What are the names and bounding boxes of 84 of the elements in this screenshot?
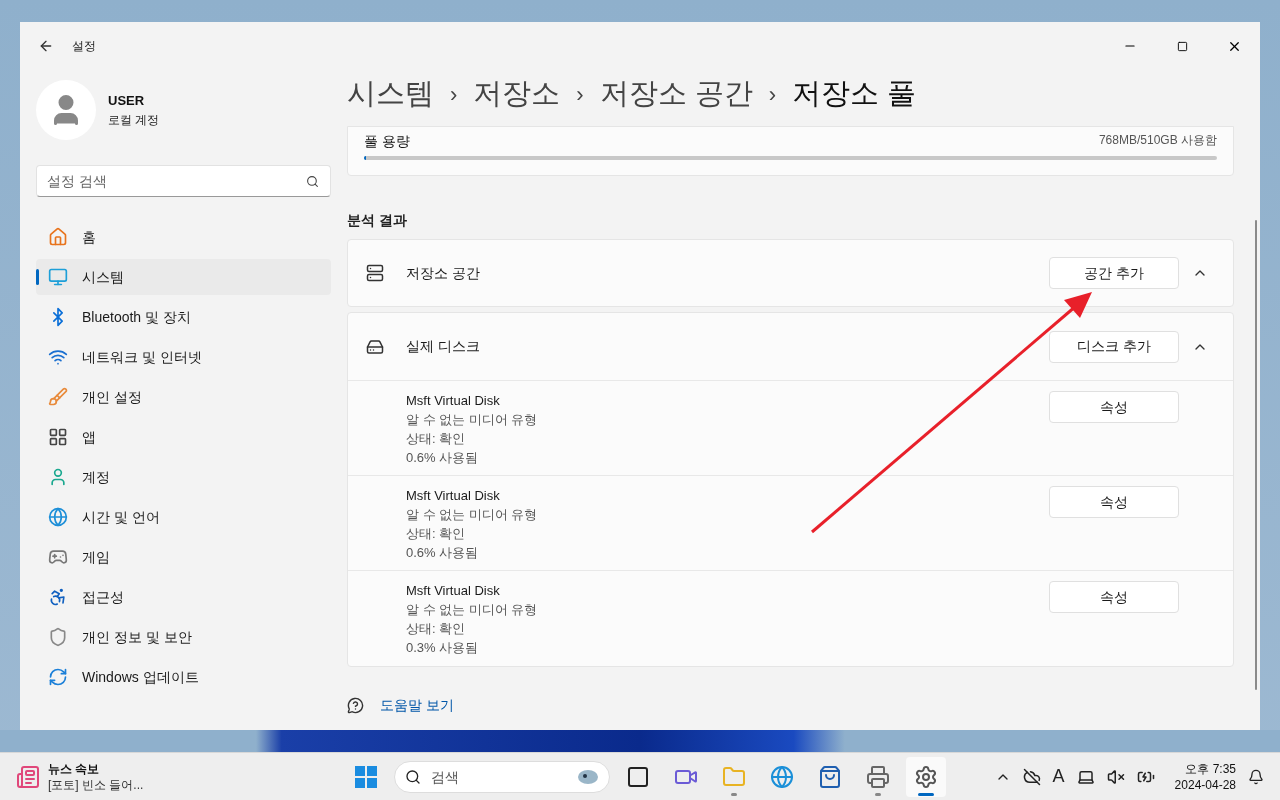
input-method-indicator[interactable]: A <box>1052 763 1065 790</box>
sidebar-item[interactable]: 앱 <box>36 419 331 455</box>
disk-media-type: 알 수 없는 미디어 유형 <box>406 506 538 524</box>
sidebar-item[interactable]: 시간 및 언어 <box>36 499 331 535</box>
card-label: 실제 디스크 <box>406 337 480 356</box>
sidebar-item[interactable]: 개인 정보 및 보안 <box>36 619 331 655</box>
breadcrumb-separator: › <box>576 80 584 109</box>
disk-status: 상태: 확인 <box>406 430 467 448</box>
account-type: 로컬 계정 <box>108 111 160 129</box>
selection-indicator <box>36 269 39 285</box>
disk-name: Msft Virtual Disk <box>406 392 501 410</box>
breadcrumb-link[interactable]: 저장소 공간 <box>599 72 753 116</box>
browser-icon <box>770 764 794 789</box>
sidebar-item[interactable]: 게임 <box>36 539 331 575</box>
disk-name: Msft Virtual Disk <box>406 582 501 600</box>
search-icon <box>306 175 319 188</box>
update-icon <box>48 667 68 687</box>
clock-time[interactable]: 오후 7:35 <box>1185 760 1236 777</box>
storage-icon <box>366 264 384 282</box>
disk-usage: 0.6% 사용됨 <box>406 544 480 562</box>
disk-usage: 0.6% 사용됨 <box>406 449 480 467</box>
cloud-off-icon[interactable] <box>1022 767 1041 786</box>
action-button[interactable]: 공간 추가 <box>1049 257 1179 289</box>
user-name: USER <box>108 92 146 111</box>
person-icon <box>48 467 68 487</box>
breadcrumb-separator: › <box>450 80 458 109</box>
sidebar-item[interactable]: 홈 <box>36 219 331 255</box>
action-button[interactable]: 속성 <box>1049 391 1179 423</box>
breadcrumb-separator: › <box>768 80 777 109</box>
page-title: 저장소 풀 <box>792 76 917 112</box>
sidebar-item[interactable]: Windows 업데이트 <box>36 659 331 695</box>
disk-status: 상태: 확인 <box>406 620 467 638</box>
wifi-icon <box>48 347 68 367</box>
folder-icon <box>722 764 746 789</box>
notification-icon[interactable] <box>1248 768 1264 785</box>
monitor-icon <box>48 267 68 287</box>
sidebar-item[interactable]: 개인 설정 <box>36 379 331 415</box>
breadcrumb-link[interactable]: 저장소 <box>473 72 561 116</box>
apps-icon <box>48 427 68 447</box>
sidebar-item[interactable]: 계정 <box>36 459 331 495</box>
news-widget-icon[interactable] <box>16 764 40 789</box>
running-indicator <box>918 792 934 796</box>
brush-icon <box>48 387 68 407</box>
disk-name: Msft Virtual Disk <box>406 487 501 505</box>
sidebar-item[interactable]: Bluetooth 및 장치 <box>36 299 331 335</box>
disk-usage: 0.3% 사용됨 <box>406 639 480 657</box>
maximize-icon <box>1176 40 1188 52</box>
running-indicator <box>731 792 737 796</box>
taskbar-app[interactable] <box>906 756 946 797</box>
accessibility-icon <box>48 587 68 607</box>
news-title[interactable]: 뉴스 속보 <box>48 760 144 777</box>
news-headline[interactable]: [포토] 빈소 들어... <box>48 776 144 793</box>
search-field[interactable]: 설정 검색 <box>36 165 331 197</box>
action-button[interactable]: 속성 <box>1049 581 1179 613</box>
help-link[interactable]: 도움말 보기 <box>380 695 454 716</box>
card-label: 저장소 공간 <box>406 263 480 283</box>
taskbar-search-field[interactable]: 검색 <box>394 760 610 793</box>
pool-capacity-label: 풀 용량 <box>364 132 410 151</box>
help-icon <box>347 697 364 714</box>
store-icon <box>818 764 842 789</box>
volume-muted-icon[interactable] <box>1106 767 1125 786</box>
disk-status: 상태: 확인 <box>406 525 467 543</box>
sidebar-item[interactable]: 네트워크 및 인터넷 <box>36 339 331 375</box>
section-title: 분석 결과 <box>347 211 408 230</box>
search-icon <box>405 768 421 785</box>
sidebar-item[interactable]: 접근성 <box>36 579 331 615</box>
running-indicator <box>875 792 881 796</box>
window-title: 설정 <box>72 38 96 55</box>
settings-icon <box>914 764 938 789</box>
scrollbar[interactable] <box>1255 220 1257 690</box>
clock-date[interactable]: 2024-04-28 <box>1174 776 1236 793</box>
action-button[interactable]: 디스크 추가 <box>1049 330 1179 363</box>
disk-media-type: 알 수 없는 미디어 유형 <box>406 601 538 619</box>
breadcrumb-link[interactable]: 시스템 <box>347 72 434 116</box>
home-icon <box>48 227 68 247</box>
pool-usage-text: 768MB/510GB 사용함 <box>1098 132 1217 149</box>
action-button[interactable]: 속성 <box>1049 486 1179 518</box>
sidebar-item[interactable]: 시스템 <box>36 259 331 295</box>
shield-icon <box>48 627 68 647</box>
disk-media-type: 알 수 없는 미디어 유형 <box>406 411 538 429</box>
task-view-icon <box>626 764 650 789</box>
gamepad-icon <box>48 547 68 567</box>
start-windows-icon[interactable] <box>354 764 378 789</box>
device-icon <box>866 764 890 789</box>
